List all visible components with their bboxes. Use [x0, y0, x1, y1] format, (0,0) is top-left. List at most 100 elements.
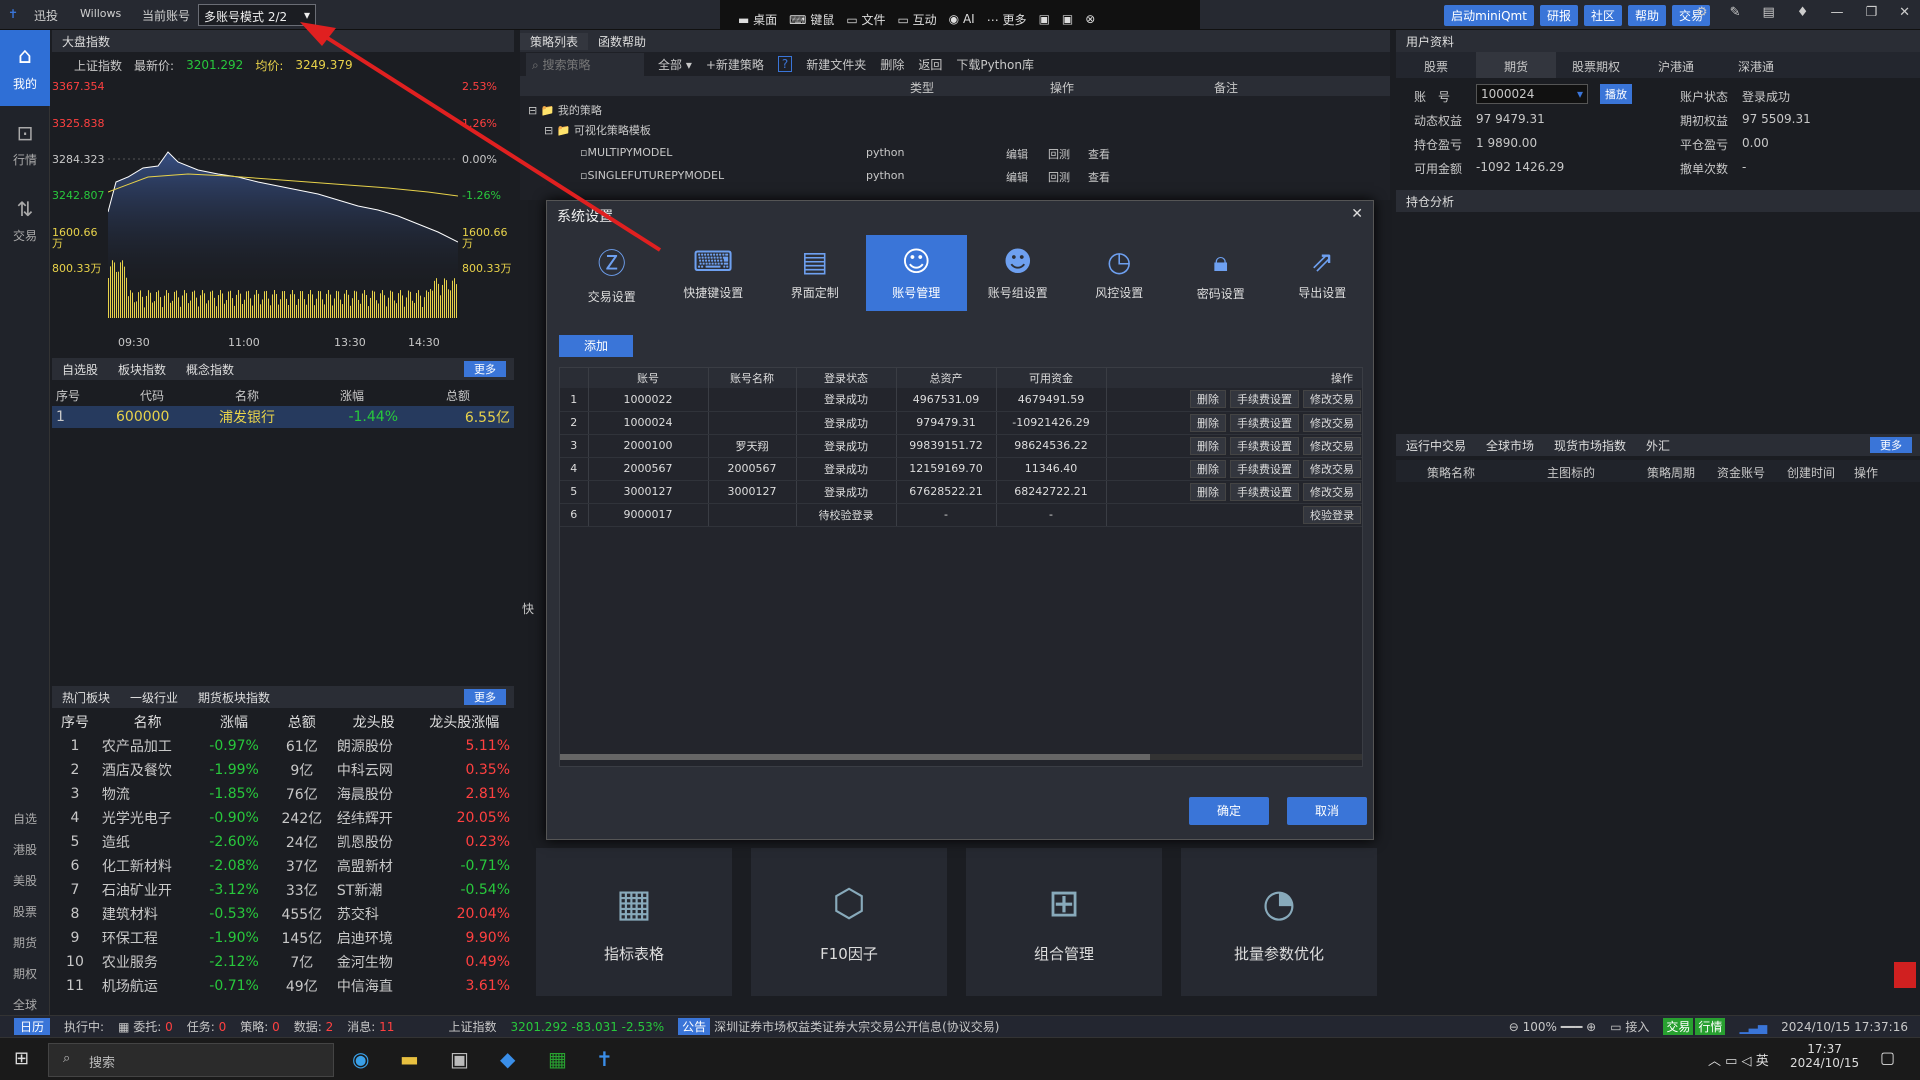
row-action-button[interactable]: 修改交易: [1303, 482, 1361, 501]
restore-icon[interactable]: ❐: [1865, 5, 1877, 20]
table-row[interactable]: 1 600000 浦发银行 -1.44% 6.55亿: [52, 406, 514, 428]
shirt-icon[interactable]: ♦: [1797, 5, 1809, 20]
row-action-button[interactable]: 手续费设置: [1230, 482, 1299, 501]
nav-mine[interactable]: ⌂ 我的: [0, 30, 50, 106]
tool-batch-optimize[interactable]: ◔ 批量参数优化: [1181, 848, 1377, 996]
ai-button[interactable]: ◉ AI: [949, 12, 975, 26]
nav-trade[interactable]: ⇅ 交易: [0, 182, 50, 258]
file-button[interactable]: ▭ 文件: [846, 11, 885, 28]
close-circle-icon[interactable]: ⊗: [1085, 12, 1095, 26]
nav-hk[interactable]: 港股: [0, 841, 50, 858]
desktop-button[interactable]: ▬ 桌面: [738, 11, 777, 28]
insert-button[interactable]: ▭ 接入: [1610, 1018, 1649, 1035]
start-miniqmt-button[interactable]: 启动miniQmt: [1444, 5, 1534, 26]
table-row[interactable]: 6 9000017 待校验登录 - - 校验登录: [560, 503, 1362, 527]
subtab-stock[interactable]: 股票: [1396, 52, 1476, 78]
notification-icon[interactable]: ▢: [1880, 1048, 1895, 1067]
table-row[interactable]: 2 酒店及餐饮 -1.99% 9亿 中科云网 0.35%: [52, 758, 514, 782]
new-strategy-button[interactable]: +新建策略: [706, 56, 764, 73]
cancel-button[interactable]: 取消: [1287, 797, 1367, 825]
back-button[interactable]: 返回: [918, 56, 942, 73]
tab-position-analysis[interactable]: 持仓分析: [1396, 193, 1464, 210]
row-action-button[interactable]: 校验登录: [1303, 505, 1361, 524]
gear-icon[interactable]: ⚙: [1696, 5, 1708, 20]
tab-account-management[interactable]: ☺ 账号管理: [865, 235, 967, 311]
col-header[interactable]: 代码: [112, 384, 192, 406]
xuntou-app-icon[interactable]: ✝: [596, 1047, 613, 1071]
add-account-button[interactable]: 添加: [559, 335, 633, 357]
screen-icon[interactable]: ▣: [1039, 12, 1050, 26]
tool-portfolio[interactable]: ⊞ 组合管理: [966, 848, 1162, 996]
close-icon[interactable]: ✕: [1351, 206, 1363, 222]
tool-f10-factor[interactable]: ⬡ F10因子: [751, 848, 947, 996]
row-action-button[interactable]: 删除: [1190, 482, 1226, 501]
tab-export-settings[interactable]: ⇗ 导出设置: [1272, 235, 1374, 311]
calendar-button[interactable]: 日历: [14, 1018, 51, 1035]
community-button[interactable]: 社区: [1583, 5, 1622, 26]
row-action-button[interactable]: 手续费设置: [1230, 413, 1299, 432]
taskbar-clock[interactable]: 17:37 2024/10/15: [1790, 1042, 1859, 1070]
strategy-search-input[interactable]: ⌕ 搜索策略: [526, 52, 644, 76]
tab-favorites[interactable]: 自选股: [52, 361, 108, 378]
nav-stocks[interactable]: 股票: [0, 903, 50, 920]
table-row[interactable]: 7 石油矿业开 -3.12% 33亿 ST新潮 -0.54%: [52, 878, 514, 902]
layout-icon[interactable]: ▤: [1762, 5, 1774, 20]
strategy-filter-select[interactable]: 全部 ▾: [658, 56, 692, 73]
subtab-sh-hk[interactable]: 沪港通: [1636, 52, 1716, 78]
switch-button[interactable]: 播放: [1600, 84, 1632, 104]
tab-forex[interactable]: 外汇: [1636, 437, 1680, 454]
close-icon[interactable]: ✕: [1899, 5, 1910, 20]
table-row[interactable]: 1 农产品加工 -0.97% 61亿 朗源股份 5.11%: [52, 734, 514, 758]
tray-icons[interactable]: ︿ ▭ ◁ 英: [1708, 1050, 1769, 1069]
row-action-button[interactable]: 修改交易: [1303, 436, 1361, 455]
running-more-button[interactable]: 更多: [1870, 437, 1912, 453]
edit-link[interactable]: 编辑: [1006, 169, 1028, 185]
backtest-link[interactable]: 回测: [1048, 146, 1070, 162]
notice-text[interactable]: 深圳证券市场权益类证券大宗交易公开信息(协议交易): [714, 1018, 999, 1035]
subtab-sz-hk[interactable]: 深港通: [1716, 52, 1796, 78]
account-select[interactable]: 1000024 ▾: [1476, 84, 1588, 104]
tab-hotkey-settings[interactable]: ⌨ 快捷键设置: [663, 235, 765, 311]
view-link[interactable]: 查看: [1088, 146, 1110, 162]
edit-icon[interactable]: ✎: [1730, 5, 1741, 20]
row-action-button[interactable]: 修改交易: [1303, 413, 1361, 432]
tab-password-settings[interactable]: 🔒︎ 密码设置: [1170, 235, 1272, 311]
interact-button[interactable]: ▭ 互动: [898, 11, 937, 28]
help-button[interactable]: 帮助: [1627, 5, 1666, 26]
horizontal-scrollbar[interactable]: [560, 754, 1362, 760]
tree-node[interactable]: ⊟ 📁 可视化策略模板: [520, 120, 1390, 144]
nav-global[interactable]: 全球: [0, 996, 50, 1013]
table-row[interactable]: 3 物流 -1.85% 76亿 海晨股份 2.81%: [52, 782, 514, 806]
tree-node[interactable]: ⊟ 📁 我的策略: [520, 96, 1390, 120]
notification-badge[interactable]: [1894, 962, 1916, 988]
view-link[interactable]: 查看: [1088, 169, 1110, 185]
table-row[interactable]: 9 环保工程 -1.90% 145亿 启迪环境 9.90%: [52, 926, 514, 950]
app-icon[interactable]: ▣: [450, 1047, 469, 1071]
table-row[interactable]: 3 2000100 罗天翔 登录成功 99839151.72 98624536.22 删除手…: [560, 434, 1362, 458]
row-action-button[interactable]: 手续费设置: [1230, 390, 1299, 409]
table-row[interactable]: 5 3000127 3000127 登录成功 67628522.21 68242722.2…: [560, 480, 1362, 504]
edit-link[interactable]: 编辑: [1006, 146, 1028, 162]
sector-more-button[interactable]: 更多: [464, 689, 506, 705]
table-row[interactable]: 1 1000022 登录成功 4967531.09 4679491.59 删除 手续费设置修…: [560, 388, 1362, 412]
download-python-button[interactable]: 下载Python库: [956, 56, 1034, 73]
account-mode-select[interactable]: 多账号模式 2/2 ▾: [198, 4, 316, 26]
tab-global-market[interactable]: 全球市场: [1476, 437, 1544, 454]
tab-concept-index[interactable]: 概念指数: [176, 361, 244, 378]
table-row[interactable]: 4 2000567 2000567 登录成功 12159169.70 11346.40 删除…: [560, 457, 1362, 481]
tab-risk-settings[interactable]: ◷ 风控设置: [1069, 235, 1171, 311]
tab-hot-sectors[interactable]: 热门板块: [52, 689, 120, 706]
table-row[interactable]: 4 光学光电子 -0.90% 242亿 经纬辉开 20.05%: [52, 806, 514, 830]
row-action-button[interactable]: 删除: [1190, 390, 1226, 409]
table-row[interactable]: 2 1000024 登录成功 979479.31 -10921426.29 删除 手续费设置…: [560, 411, 1362, 435]
table-row[interactable]: 8 建筑材料 -0.53% 455亿 苏交科 20.04%: [52, 902, 514, 926]
tab-ui-custom[interactable]: ▤ 界面定制: [764, 235, 866, 311]
backtest-link[interactable]: 回测: [1048, 169, 1070, 185]
edge-icon[interactable]: ◉: [352, 1047, 369, 1071]
scrollbar-thumb[interactable]: [560, 754, 1150, 760]
delete-button[interactable]: 删除: [880, 56, 904, 73]
excel-icon[interactable]: ▦: [548, 1047, 567, 1071]
tool-indicator-table[interactable]: ▦ 指标表格: [536, 848, 732, 996]
minimize-icon[interactable]: —: [1830, 5, 1843, 20]
research-button[interactable]: 研报: [1539, 5, 1578, 26]
